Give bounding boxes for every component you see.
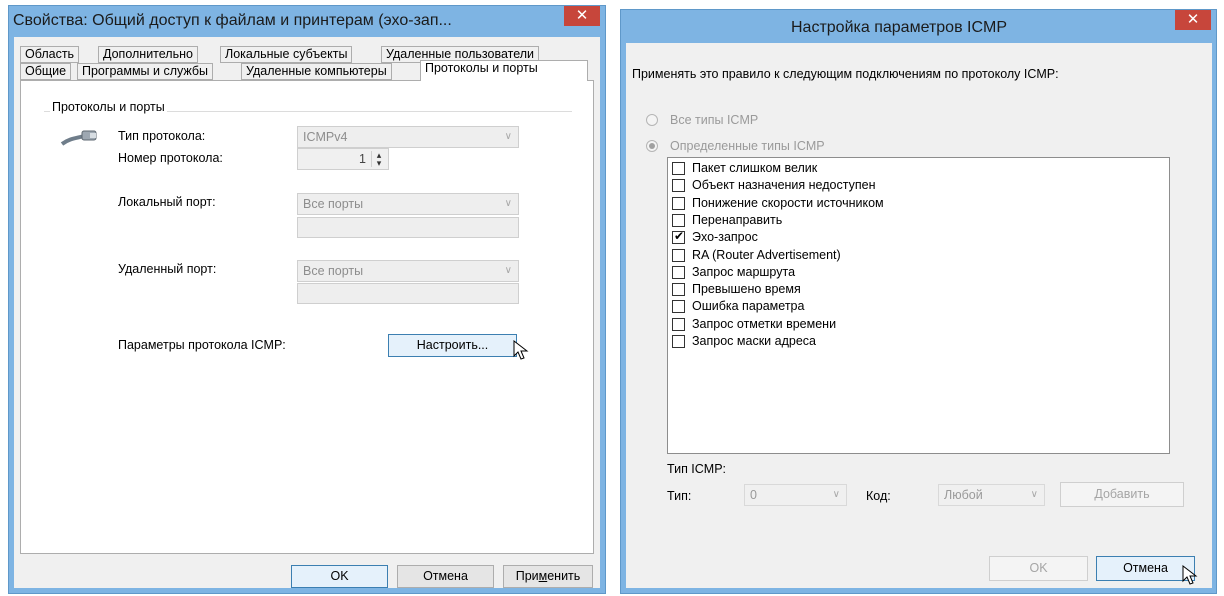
- icmp-type-label: Запрос маршрута: [692, 264, 796, 279]
- chevron-down-icon: ∨: [504, 265, 512, 276]
- icmp-type-checkbox[interactable]: [672, 335, 685, 348]
- specific-icmp-types-label: Определенные типы ICMP: [670, 139, 825, 153]
- all-icmp-types-label: Все типы ICMP: [670, 113, 759, 127]
- icmp-type-label: Объект назначения недоступен: [692, 178, 876, 193]
- tab-scope[interactable]: Область: [20, 46, 80, 63]
- icmp-params-label: Параметры протокола ICMP:: [118, 338, 286, 352]
- tab-protocols-ports[interactable]: Протоколы и порты: [420, 60, 588, 81]
- chevron-down-icon: ∨: [504, 198, 512, 209]
- remote-port-value: Все порты: [303, 264, 364, 278]
- icmp-type-checkbox[interactable]: [672, 196, 685, 210]
- icmp-type-checkbox[interactable]: [672, 248, 685, 262]
- window-title: Настройка параметров ICMP: [791, 19, 1008, 36]
- close-button[interactable]: ✕: [564, 6, 600, 26]
- radio-all-icmp-types[interactable]: [646, 114, 658, 126]
- icmp-type-checkbox[interactable]: [672, 213, 685, 227]
- radio-specific-icmp-types[interactable]: [646, 140, 658, 152]
- chevron-down-icon: ∨: [1030, 489, 1038, 500]
- tab-remote-computers[interactable]: Удаленные компьютеры: [241, 63, 392, 80]
- type-value: 0: [750, 488, 757, 502]
- icmp-type-section-label: Тип ICMP:: [667, 462, 727, 476]
- protocol-type-dropdown[interactable]: ICMPv4 ∨: [297, 126, 519, 148]
- icmp-type-checkbox[interactable]: [672, 162, 685, 175]
- protocol-number-value: 1: [359, 152, 366, 166]
- icmp-types-list[interactable]: Пакет слишком велик Объект назначения нед…: [667, 157, 1170, 454]
- local-port-textbox[interactable]: [297, 217, 519, 238]
- title-bar[interactable]: Свойства: Общий доступ к файлам и принте…: [9, 6, 605, 37]
- tab-general[interactable]: Общие: [20, 63, 72, 80]
- local-port-value: Все порты: [303, 197, 364, 211]
- tab-advanced[interactable]: Дополнительно: [98, 46, 198, 63]
- remote-port-label: Удаленный порт:: [118, 262, 217, 276]
- dialog-client-area: Применять это правило к следующим подклю…: [626, 43, 1212, 588]
- chevron-down-icon: ∨: [504, 131, 512, 142]
- code-label: Код:: [866, 489, 891, 503]
- code-dropdown[interactable]: Любой ∨: [938, 484, 1045, 506]
- chevron-down-icon: ∨: [832, 489, 840, 500]
- remote-port-textbox[interactable]: [297, 283, 519, 304]
- window-title: Свойства: Общий доступ к файлам и принте…: [13, 12, 452, 29]
- protocol-type-value: ICMPv4: [303, 130, 348, 144]
- add-button[interactable]: Добавить: [1060, 482, 1184, 507]
- close-button[interactable]: ✕: [1175, 10, 1211, 30]
- title-bar[interactable]: Настройка параметров ICMP ✕: [621, 10, 1216, 41]
- customize-icmp-button[interactable]: Настроить...: [388, 334, 517, 357]
- apply-label-post: енить: [547, 569, 581, 583]
- apply-rule-text: Применять это правило к следующим подклю…: [632, 67, 1059, 81]
- spinner-arrows-icon[interactable]: ▴ ▾: [371, 151, 386, 168]
- cancel-button[interactable]: Отмена: [397, 565, 494, 588]
- icmp-type-checkbox[interactable]: [672, 265, 685, 279]
- icmp-type-label: Запрос маски адреса: [692, 334, 816, 348]
- protocol-number-label: Номер протокола:: [118, 151, 223, 165]
- ok-button[interactable]: OK: [291, 565, 388, 588]
- dialog-client-area: Область Дополнительно Локальные субъекты…: [14, 37, 600, 588]
- local-port-label: Локальный порт:: [118, 195, 216, 209]
- mouse-pointer-icon: [1182, 565, 1198, 585]
- group-title: Протоколы и порты: [50, 100, 167, 114]
- tab-local-principals[interactable]: Локальные субъекты: [220, 46, 353, 63]
- code-value: Любой: [944, 488, 983, 502]
- icmp-type-label: Понижение скорости источником: [692, 195, 884, 210]
- icmp-type-checkbox[interactable]: ✔: [672, 229, 685, 245]
- apply-label-pre: При: [515, 569, 539, 583]
- apply-label-accel: м: [538, 569, 548, 583]
- checkmark-icon: ✔: [674, 229, 685, 244]
- type-label: Тип:: [667, 489, 692, 503]
- icmp-type-label: Эхо-запрос: [692, 230, 758, 245]
- cancel-button[interactable]: Отмена: [1096, 556, 1195, 581]
- icmp-type-checkbox[interactable]: [672, 317, 685, 331]
- remote-port-dropdown[interactable]: Все порты ∨: [297, 260, 519, 282]
- icmp-type-label: Ошибка параметра: [692, 299, 805, 314]
- apply-button[interactable]: Применить: [503, 565, 593, 588]
- icmp-type-checkbox[interactable]: [672, 283, 685, 297]
- icmp-type-label: Превышено время: [692, 282, 801, 297]
- icmp-type-label: Пакет слишком велик: [692, 161, 818, 175]
- icmp-type-checkbox[interactable]: [672, 300, 685, 314]
- tab-programs-services[interactable]: Программы и службы: [77, 63, 214, 80]
- icmp-type-label: RA (Router Advertisement): [692, 247, 841, 262]
- icmp-type-label: Перенаправить: [692, 212, 783, 227]
- icmp-type-label: Запрос отметки времени: [692, 316, 837, 331]
- network-cable-icon: [60, 130, 97, 146]
- local-port-dropdown[interactable]: Все порты ∨: [297, 193, 519, 215]
- protocol-number-spinner[interactable]: 1 ▴ ▾: [297, 148, 389, 170]
- mouse-pointer-icon: [513, 340, 529, 360]
- firewall-rule-properties-window: Свойства: Общий доступ к файлам и принте…: [8, 5, 606, 594]
- type-dropdown[interactable]: 0 ∨: [744, 484, 847, 506]
- icmp-settings-window: Настройка параметров ICMP ✕ Применять эт…: [620, 9, 1217, 594]
- ok-button[interactable]: OK: [989, 556, 1088, 581]
- protocol-type-label: Тип протокола:: [118, 129, 206, 143]
- icmp-type-checkbox[interactable]: [672, 179, 685, 193]
